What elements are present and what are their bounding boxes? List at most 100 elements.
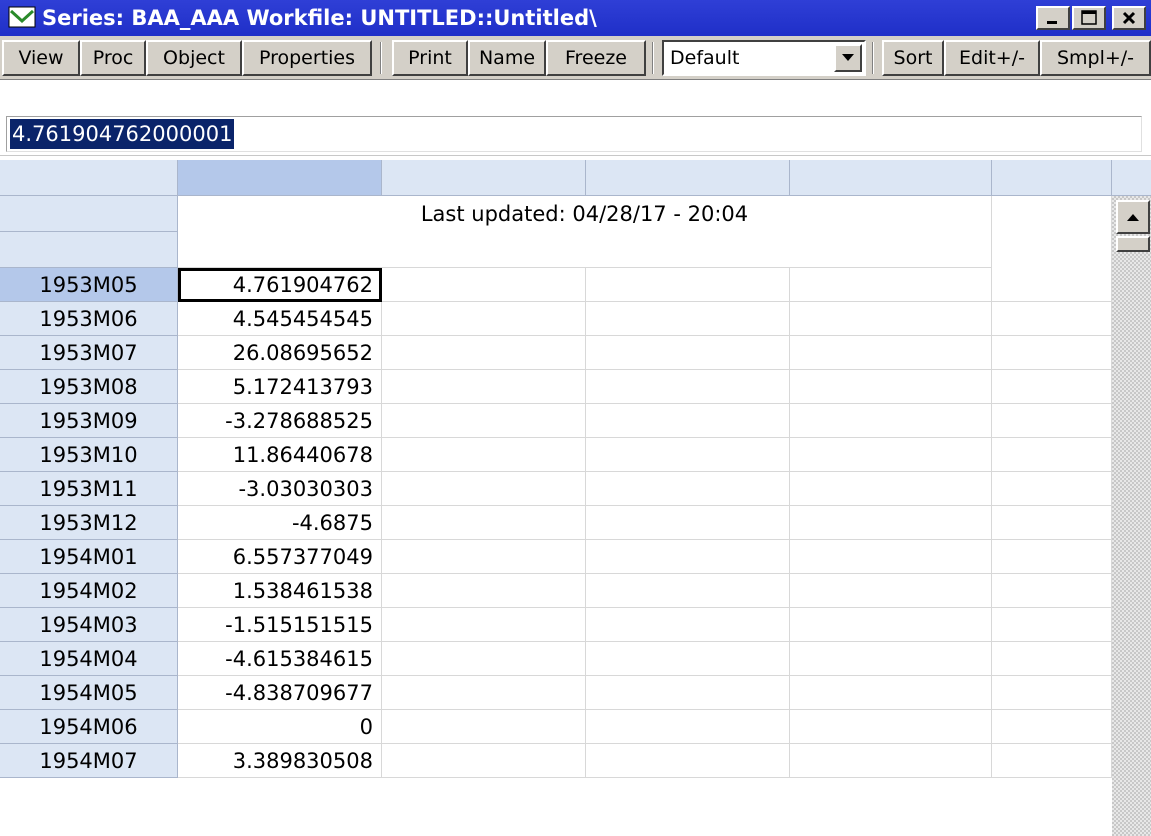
grid-cell[interactable]	[790, 744, 992, 778]
row-header[interactable]: 1954M01	[0, 540, 178, 574]
value-cell[interactable]: 0	[178, 710, 382, 744]
grid-cell[interactable]	[992, 574, 1112, 608]
row-header[interactable]: 1953M12	[0, 506, 178, 540]
value-cell[interactable]: -3.03030303	[178, 472, 382, 506]
grid-cell[interactable]	[586, 506, 790, 540]
scrollbar-thumb[interactable]	[1116, 236, 1150, 252]
row-header[interactable]: 1954M05	[0, 676, 178, 710]
properties-button[interactable]: Properties	[242, 40, 372, 76]
grid-cell[interactable]	[382, 710, 586, 744]
column-header[interactable]	[790, 160, 992, 196]
view-button[interactable]: View	[2, 40, 80, 76]
grid-cell[interactable]	[992, 196, 1112, 268]
value-cell[interactable]: 1.538461538	[178, 574, 382, 608]
grid-cell[interactable]	[382, 268, 586, 302]
grid-cell[interactable]	[382, 574, 586, 608]
grid-cell[interactable]	[382, 540, 586, 574]
value-cell[interactable]: -1.515151515	[178, 608, 382, 642]
proc-button[interactable]: Proc	[80, 40, 146, 76]
row-header[interactable]: 1954M07	[0, 744, 178, 778]
grid-cell[interactable]	[790, 540, 992, 574]
grid-cell[interactable]	[586, 608, 790, 642]
dropdown-button[interactable]	[834, 44, 862, 72]
value-cell[interactable]: 4.545454545	[178, 302, 382, 336]
row-header[interactable]: 1954M02	[0, 574, 178, 608]
sort-button[interactable]: Sort	[882, 40, 944, 76]
grid-cell[interactable]	[790, 710, 992, 744]
selected-cell[interactable]: 4.761904762	[178, 268, 382, 302]
row-header[interactable]	[0, 196, 178, 232]
row-header[interactable]: 1954M04	[0, 642, 178, 676]
value-cell[interactable]: 11.86440678	[178, 438, 382, 472]
grid-cell[interactable]	[790, 404, 992, 438]
grid-cell[interactable]	[586, 642, 790, 676]
row-header[interactable]: 1953M05	[0, 268, 178, 302]
grid-cell[interactable]	[790, 574, 992, 608]
grid-cell[interactable]	[992, 302, 1112, 336]
grid-cell[interactable]	[586, 744, 790, 778]
edit-toggle-button[interactable]: Edit+/-	[944, 40, 1040, 76]
grid-cell[interactable]	[382, 336, 586, 370]
grid-cell[interactable]	[790, 302, 992, 336]
column-header[interactable]	[586, 160, 790, 196]
grid-cell[interactable]	[790, 676, 992, 710]
grid-cell[interactable]	[992, 336, 1112, 370]
row-header[interactable]: 1953M11	[0, 472, 178, 506]
grid-cell[interactable]	[992, 676, 1112, 710]
grid-cell[interactable]	[586, 268, 790, 302]
row-header[interactable]: 1954M06	[0, 710, 178, 744]
grid-cell[interactable]	[790, 608, 992, 642]
value-cell[interactable]: -4.838709677	[178, 676, 382, 710]
grid-cell[interactable]	[992, 608, 1112, 642]
grid-cell[interactable]	[992, 710, 1112, 744]
value-cell[interactable]: 26.08695652	[178, 336, 382, 370]
grid-cell[interactable]	[382, 302, 586, 336]
grid-cell[interactable]	[586, 710, 790, 744]
grid-cell[interactable]	[992, 540, 1112, 574]
grid-cell[interactable]	[790, 642, 992, 676]
object-button[interactable]: Object	[146, 40, 242, 76]
grid-cell[interactable]	[992, 268, 1112, 302]
value-cell[interactable]: 5.172413793	[178, 370, 382, 404]
grid-cell[interactable]	[586, 404, 790, 438]
grid-cell[interactable]	[790, 438, 992, 472]
grid-cell[interactable]	[790, 268, 992, 302]
value-cell[interactable]: 6.557377049	[178, 540, 382, 574]
close-button[interactable]	[1112, 6, 1146, 30]
grid-cell[interactable]	[992, 642, 1112, 676]
scroll-up-button[interactable]	[1116, 200, 1150, 234]
row-header[interactable]: 1953M06	[0, 302, 178, 336]
grid-cell[interactable]	[382, 370, 586, 404]
column-header[interactable]	[992, 160, 1112, 196]
grid-cell[interactable]	[382, 404, 586, 438]
vertical-scrollbar[interactable]	[1112, 196, 1151, 836]
corner-header[interactable]	[0, 160, 178, 196]
grid-cell[interactable]	[586, 438, 790, 472]
grid-cell[interactable]	[790, 506, 992, 540]
sample-toggle-button[interactable]: Smpl+/-	[1040, 40, 1151, 76]
grid-cell[interactable]	[382, 676, 586, 710]
grid-cell[interactable]	[992, 744, 1112, 778]
grid-cell[interactable]	[790, 472, 992, 506]
row-header[interactable]: 1953M08	[0, 370, 178, 404]
value-cell[interactable]: -4.615384615	[178, 642, 382, 676]
grid-cell[interactable]	[382, 744, 586, 778]
maximize-button[interactable]	[1072, 6, 1106, 30]
print-button[interactable]: Print	[392, 40, 468, 76]
grid-cell[interactable]	[586, 472, 790, 506]
grid-cell[interactable]	[992, 438, 1112, 472]
grid-cell[interactable]	[382, 438, 586, 472]
freeze-button[interactable]: Freeze	[546, 40, 646, 76]
row-header[interactable]: 1954M03	[0, 608, 178, 642]
title-bar[interactable]: Series: BAA_AAA Workfile: UNTITLED::Unti…	[0, 0, 1151, 36]
grid-cell[interactable]	[992, 472, 1112, 506]
grid-cell[interactable]	[992, 506, 1112, 540]
row-header[interactable]: 1953M07	[0, 336, 178, 370]
grid-cell[interactable]	[586, 540, 790, 574]
grid-cell[interactable]	[992, 370, 1112, 404]
grid-cell[interactable]	[790, 336, 992, 370]
grid-cell[interactable]	[382, 506, 586, 540]
cell-edit-selected-text[interactable]: 4.761904762000001	[10, 119, 235, 149]
grid-cell[interactable]	[790, 370, 992, 404]
row-header[interactable]	[0, 232, 178, 268]
